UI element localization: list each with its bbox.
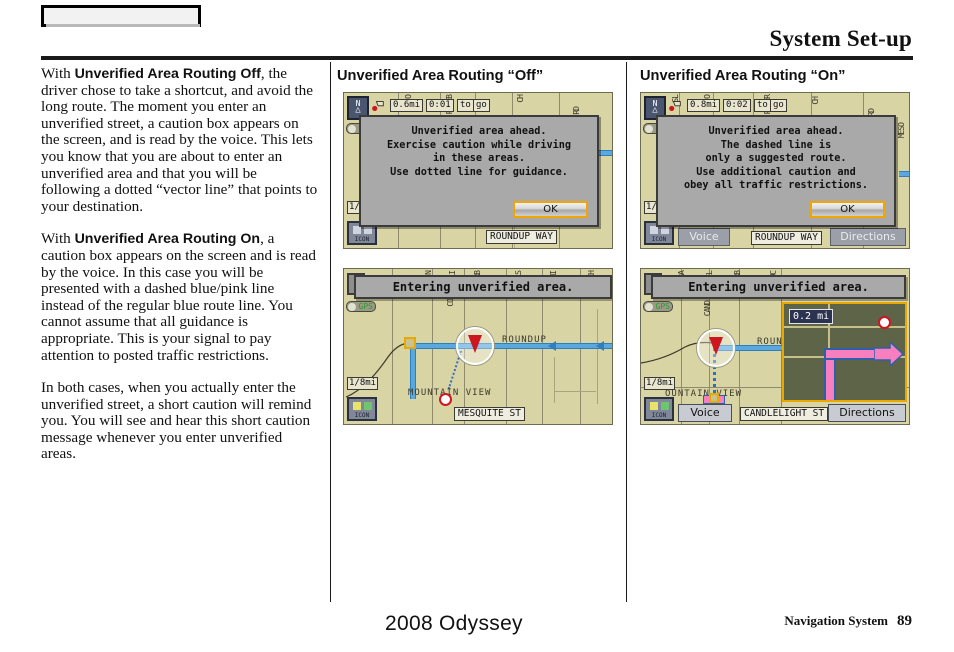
map-street	[554, 357, 555, 403]
icon-button-label: ICON	[354, 412, 370, 419]
go-label: go	[473, 99, 490, 112]
current-street-label: MESQUITE ST	[454, 407, 525, 421]
map-street-label: MESO	[897, 123, 906, 139]
icon-glyph-left	[353, 226, 361, 234]
compass-needle-icon: △	[355, 105, 361, 115]
icon-glyph-left	[353, 402, 361, 410]
paragraph-both-cases: In both cases, when you actually enter t…	[41, 379, 319, 463]
left-text-column: With Unverified Area Routing Off, the dr…	[41, 65, 319, 479]
nav-screen-on-caution[interactable]: SL JO RACER CH RD MESO N △ 0.8mi 0:02 to…	[640, 92, 910, 249]
gps-indicator: GPS	[643, 301, 673, 312]
page-title: System Set-up	[769, 26, 912, 51]
nav-screen-off-entering[interactable]: N LI RB CO LS HI CH ROUNDUP MOUNTAIN VIE…	[343, 268, 613, 425]
icon-button-label: ICON	[651, 236, 667, 243]
map-street-label: CAND	[703, 301, 712, 317]
footer-page-number: 89	[897, 613, 912, 629]
go-label: go	[770, 99, 787, 112]
nav-screen-on-entering[interactable]: RA EL RB UC CAND ROUN OUNTAIN VIEW Enter…	[640, 268, 910, 425]
icon-button[interactable]: ICON	[644, 397, 674, 421]
footer-model: 2008 Odyssey	[385, 612, 523, 635]
caution-dialog: Unverified area ahead. The dashed line i…	[656, 115, 896, 227]
paragraph-routing-off: With Unverified Area Routing Off, the dr…	[41, 65, 319, 215]
icon-glyph-right	[661, 226, 669, 234]
column-divider-left	[330, 62, 331, 602]
destination-marker-icon	[878, 316, 891, 329]
destination-marker-icon	[439, 393, 452, 406]
map-street-label: CO	[446, 299, 455, 307]
remaining-time: 0:01	[426, 99, 454, 112]
caution-dialog-message: Unverified area ahead. Exercise caution …	[386, 126, 571, 178]
directions-button[interactable]: Directions	[828, 404, 906, 422]
icon-button-label: ICON	[651, 412, 667, 419]
waypoint-marker-icon	[709, 393, 719, 403]
map-scale: 1/8mi	[644, 377, 676, 390]
current-street-label: ROUNDUP WAY	[486, 230, 557, 244]
para2-bold: Unverified Area Routing On	[74, 231, 261, 248]
map-street	[597, 309, 598, 404]
para1-bold: Unverified Area Routing Off	[74, 66, 261, 82]
para2-rest: , a caution box appears on the screen an…	[41, 230, 316, 364]
icon-glyph-right	[661, 402, 669, 410]
to-label: to	[457, 99, 474, 112]
column-divider-right	[626, 62, 627, 602]
para1-lead: With	[41, 65, 75, 82]
entering-unverified-banner: Entering unverified area.	[354, 275, 612, 299]
vehicle-position-icon	[456, 327, 494, 365]
nav-screen-off-caution[interactable]: JO RACEB CH RD N △ 0.6mi 0:01 to go 1/8m…	[343, 92, 613, 249]
map-street-label: RD	[572, 107, 581, 115]
paragraph-routing-on: With Unverified Area Routing On, a cauti…	[41, 231, 319, 364]
map-scale: 1/8mi	[347, 377, 379, 390]
para3-rest: In both cases, when you actually enter t…	[41, 379, 312, 463]
entering-unverified-banner: Entering unverified area.	[651, 275, 906, 299]
route-direction-arrow-icon	[596, 341, 604, 351]
icon-button-label: ICON	[354, 236, 370, 243]
footer-section-label: Navigation System	[784, 613, 888, 628]
remaining-distance: 0.6mi	[390, 99, 424, 112]
icon-glyph-left	[650, 226, 658, 234]
icon-glyph-right	[364, 226, 372, 234]
gps-indicator: GPS	[346, 301, 376, 312]
map-street-label: CH	[811, 97, 820, 105]
ok-button[interactable]: OK	[810, 201, 885, 218]
icon-glyph-left	[650, 402, 658, 410]
road-label-roundup: ROUNDUP	[502, 335, 547, 345]
icon-button[interactable]: ICON	[347, 397, 377, 421]
map-street-label: CH	[516, 95, 525, 103]
icon-glyph-right	[364, 402, 372, 410]
para2-lead: With	[41, 230, 75, 248]
vehicle-position-icon	[697, 329, 735, 367]
voice-button[interactable]: Voice	[678, 228, 730, 246]
voice-button[interactable]: Voice	[678, 404, 732, 422]
map-street	[554, 391, 596, 392]
route-line	[899, 171, 909, 177]
road-label-roundup: ROUN	[757, 337, 783, 347]
inset-distance: 0.2 mi	[789, 309, 834, 324]
para1-rest: , the driver chose to take a shortcut, a…	[41, 65, 318, 215]
compass-needle-icon: △	[652, 105, 658, 115]
heading-routing-off: Unverified Area Routing “Off”	[337, 68, 544, 84]
to-label: to	[754, 99, 771, 112]
guidance-inset: 0.2 mi	[782, 302, 907, 402]
current-street-label: ROUNDUP WAY	[751, 231, 822, 245]
current-street-label: CANDLELIGHT ST	[740, 407, 829, 421]
caution-dialog-message: Unverified area ahead. The dashed line i…	[683, 126, 868, 192]
page-tab-box	[41, 5, 201, 27]
caution-dialog: Unverified area ahead. Exercise caution …	[359, 115, 599, 227]
turn-hand-icon	[669, 101, 681, 111]
remaining-time: 0:02	[723, 99, 751, 112]
heading-routing-on: Unverified Area Routing “On”	[640, 68, 846, 84]
remaining-distance: 0.8mi	[687, 99, 721, 112]
directions-button[interactable]: Directions	[830, 228, 906, 246]
ok-button[interactable]: OK	[513, 201, 588, 218]
waypoint-marker-icon	[404, 337, 416, 349]
route-direction-arrow-icon	[548, 341, 556, 351]
inset-turn-arrow-icon	[874, 342, 904, 366]
footer-section-info: Navigation System 89	[784, 613, 912, 630]
header-divider	[41, 56, 913, 60]
turn-hand-icon	[372, 101, 384, 111]
